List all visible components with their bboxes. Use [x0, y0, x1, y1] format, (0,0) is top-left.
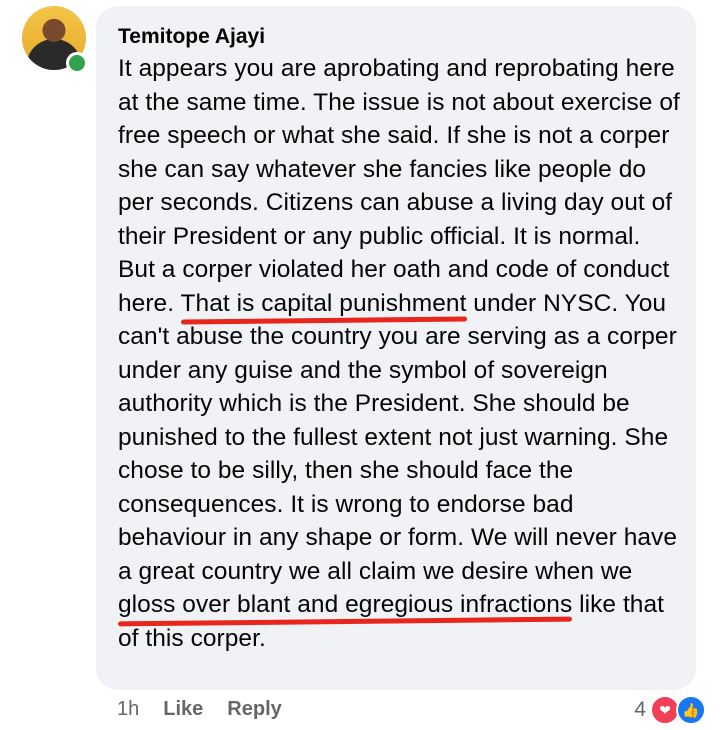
comment-text: It appears you are aprobating and reprob…	[117, 52, 682, 655]
reaction-summary[interactable]: 4 ❤ 👍	[634, 695, 706, 725]
highlighted-phrase: That is capital punishment	[180, 289, 467, 324]
comment-bubble: Temitope Ajayi It appears you are aproba…	[96, 6, 696, 690]
red-underline-annotation	[117, 616, 573, 627]
like-button[interactable]: Like	[163, 698, 203, 721]
comment-text-part: under NYSC. You can't abuse the country …	[118, 289, 678, 585]
comment-author-name[interactable]: Temitope Ajayi	[118, 22, 682, 52]
comment-actions: 1h Like Reply	[117, 698, 282, 721]
online-status-indicator	[66, 52, 88, 74]
highlighted-phrase: gloss over blant and egregious infractio…	[117, 591, 573, 627]
reply-button[interactable]: Reply	[227, 698, 281, 721]
highlighted-phrase-text: gloss over blant and egregious infractio…	[118, 591, 573, 618]
comment-timestamp[interactable]: 1h	[117, 698, 139, 721]
reaction-count: 4	[634, 698, 646, 721]
highlighted-phrase-text: That is capital punishment	[180, 289, 467, 317]
like-icon: 👍	[676, 695, 706, 725]
comment-text-part: It appears you are aprobating and reprob…	[118, 55, 680, 317]
